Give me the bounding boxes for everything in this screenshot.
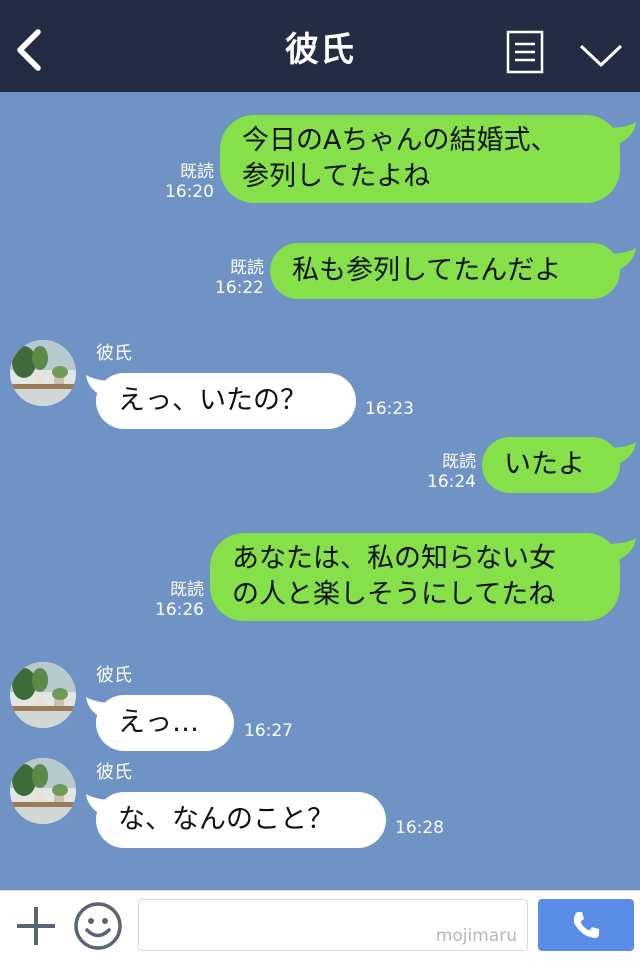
message-meta: 既読 16:20 [165,162,214,202]
message-bubble-received[interactable]: えっ… [96,695,234,751]
message-time: 16:28 [395,818,444,838]
message-text: の人と楽しそうにしてたね [232,579,556,610]
message-bubble-received[interactable]: な、なんのこと？ [96,792,386,848]
message-text: えっ… [118,707,199,738]
message-text: えっ、いたの？ [118,385,307,416]
message-bubble-sent[interactable]: いたよ [482,437,620,493]
message-text: 今日のAちゃんの結婚式、 [242,125,558,156]
avatar-plant-image [10,340,76,406]
avatar[interactable] [10,340,76,406]
avatar-plant-image [10,758,76,824]
message-meta: 既読 16:26 [155,580,204,620]
message-text: 私も参列してたんだよ [292,255,562,286]
message-time: 16:23 [365,399,414,419]
message-bubble-sent[interactable]: 今日のAちゃんの結婚式、 参列してたよね [220,115,620,203]
avatar[interactable] [10,662,76,728]
read-receipt: 既読 [230,258,264,278]
message-time: 16:27 [244,721,293,741]
message-time: 16:22 [215,278,264,298]
message-text: いたよ [504,449,585,480]
avatar[interactable] [10,758,76,824]
message-time: 16:26 [155,600,204,620]
chat-header: 彼氏 [0,0,640,92]
read-receipt: 既読 [180,162,214,182]
sender-name: 彼氏 [96,762,132,783]
message-text: 参列してたよね [242,161,431,192]
message-time: 16:20 [165,182,214,202]
message-bubble-sent[interactable]: あなたは、私の知らない女 の人と楽しそうにしてたね [210,533,620,621]
message-meta: 既読 16:22 [215,258,264,298]
message-text: な、なんのこと？ [118,804,334,835]
composer-bar: mojimaru [0,890,640,961]
message-bubble-sent[interactable]: 私も参列してたんだよ [270,243,620,299]
message-text: あなたは、私の知らない女 [232,543,556,574]
message-meta: 既読 16:24 [427,452,476,492]
sender-name: 彼氏 [96,665,132,686]
watermark: mojimaru [435,926,517,946]
chevron-down-icon[interactable] [578,40,624,70]
phone-icon [573,912,599,938]
smile-icon[interactable] [73,901,123,951]
chat-title: 彼氏 [285,30,355,70]
menu-list-icon[interactable] [506,30,544,74]
message-input[interactable]: mojimaru [138,899,528,951]
read-receipt: 既読 [170,580,204,600]
message-time: 16:24 [427,472,476,492]
avatar-plant-image [10,662,76,728]
message-list[interactable]: 既読 16:20 今日のAちゃんの結婚式、 参列してたよね 既読 16:22 私… [0,92,640,890]
call-button[interactable] [538,899,634,951]
plus-icon[interactable] [14,904,58,948]
message-bubble-received[interactable]: えっ、いたの？ [96,373,356,429]
sender-name: 彼氏 [96,343,132,364]
read-receipt: 既読 [442,452,476,472]
